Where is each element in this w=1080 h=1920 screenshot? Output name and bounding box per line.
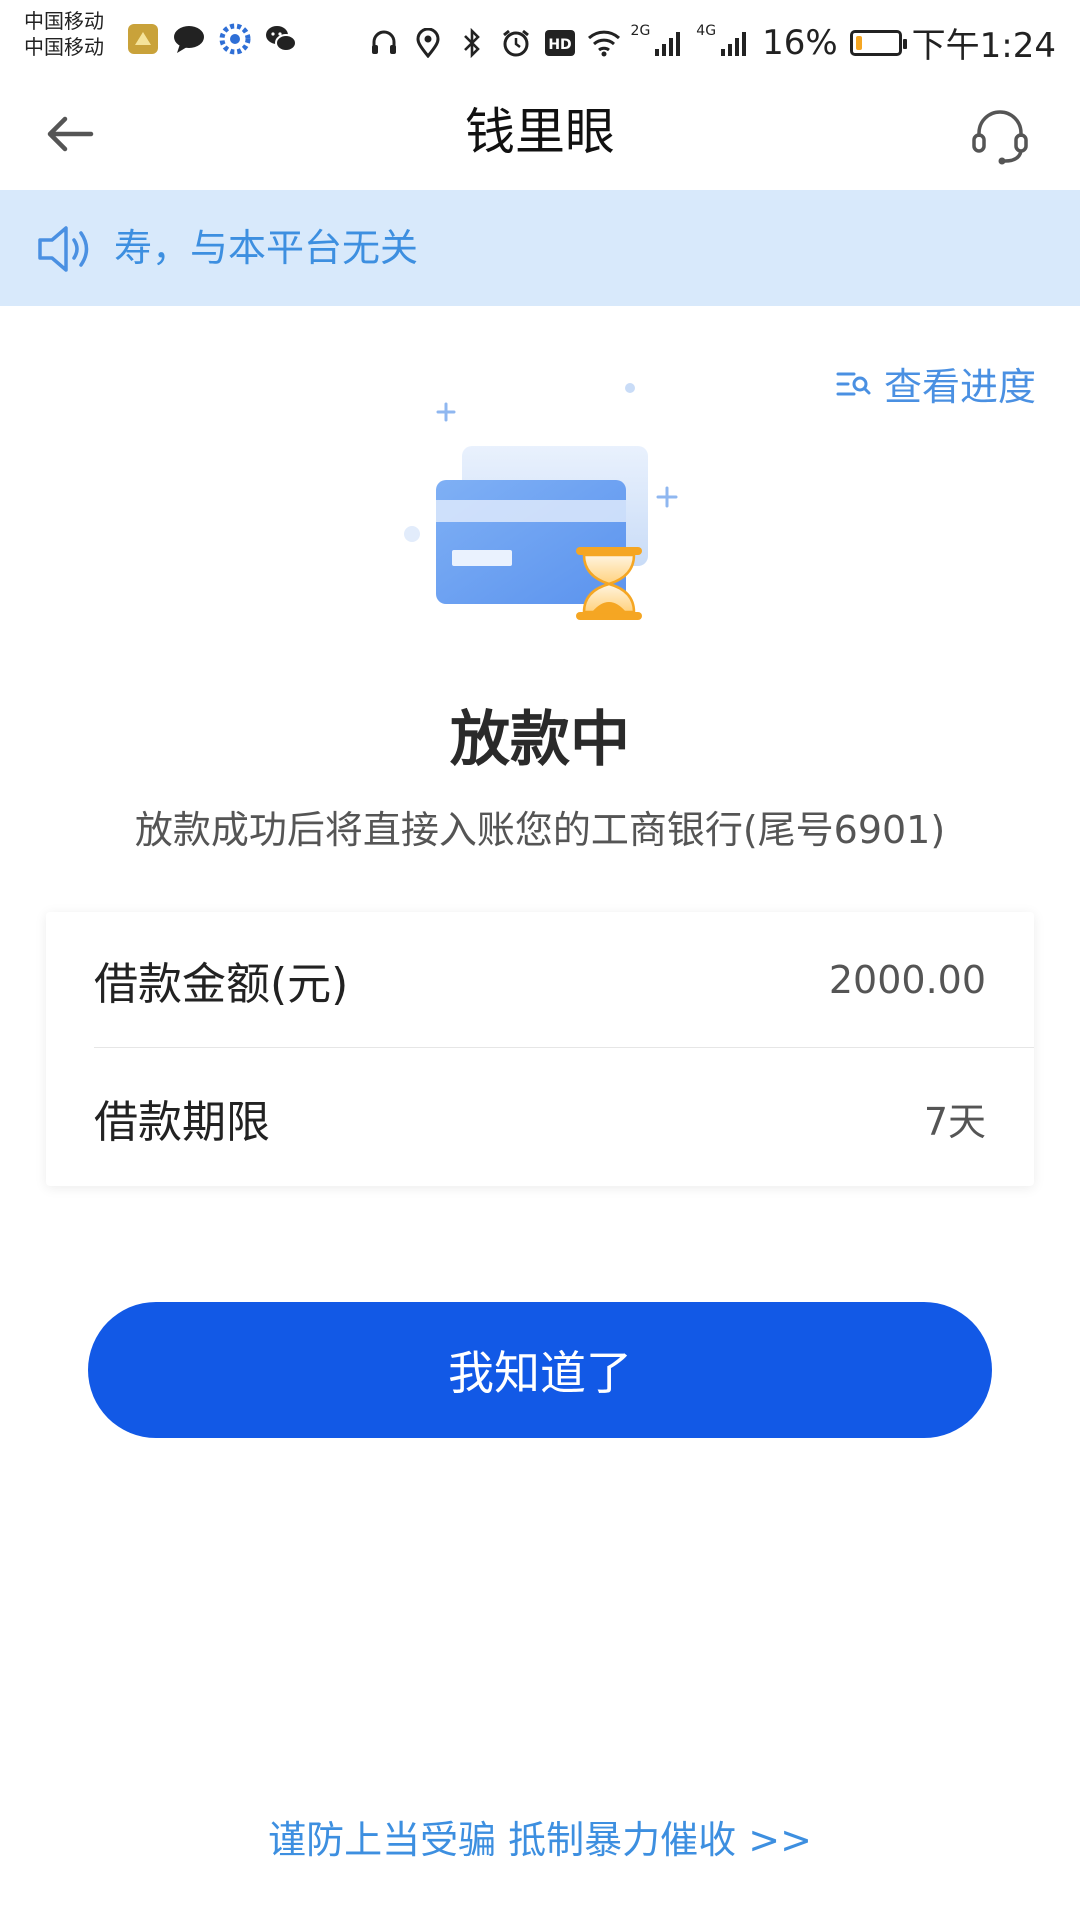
- customer-service-button[interactable]: [964, 100, 1036, 172]
- carrier-1: 中国移动: [24, 9, 104, 33]
- headphones-icon: [367, 26, 401, 60]
- confirm-button[interactable]: 我知道了: [88, 1302, 992, 1438]
- signal-strength-icon: [652, 26, 686, 60]
- status-bar: 中国移动 中国移动 HD 2G 4G 16% 下午1:24: [0, 0, 1080, 76]
- wechat-icon: [264, 22, 298, 56]
- network-type-2: 4G: [696, 22, 717, 39]
- sparkle-dot-icon-2: [404, 526, 420, 542]
- loan-term-value: 7天: [923, 1099, 986, 1144]
- carrier-2: 中国移动: [24, 35, 104, 59]
- anti-fraud-link[interactable]: 谨防上当受骗 抵制暴力催收 >>: [0, 1812, 1080, 1868]
- bluetooth-icon: [455, 26, 489, 60]
- card-label-bar: [452, 550, 512, 566]
- notice-text: 寿，与本平台无关: [114, 226, 419, 270]
- gear-app-icon: [218, 22, 252, 56]
- system-status: HD 2G 4G 16% 下午1:24: [367, 18, 1056, 67]
- battery-percent: 16%: [762, 22, 838, 63]
- status-description: 放款成功后将直接入账您的工商银行(尾号6901): [134, 808, 946, 852]
- wifi-icon: [587, 26, 621, 60]
- battery-level: [855, 35, 862, 50]
- alarm-icon: [499, 26, 533, 60]
- progress-search-icon: [836, 372, 871, 395]
- notification-icons: [126, 22, 298, 56]
- sparkle-dot-icon: [625, 383, 635, 393]
- loan-term-label: 借款期限: [94, 1097, 270, 1148]
- page-title: 钱里眼: [465, 103, 615, 161]
- clock: 下午1:24: [911, 26, 1056, 66]
- card-stripe: [436, 500, 626, 522]
- loan-info-card: 借款金额(元) 2000.00 借款期限 7天: [46, 912, 1034, 1186]
- sparkle-plus-icon-2: [656, 486, 678, 508]
- location-icon: [411, 26, 445, 60]
- front-card-shape: [436, 480, 626, 604]
- view-progress-label: 查看进度: [883, 365, 1036, 409]
- loan-amount-value: 2000.00: [828, 957, 986, 1002]
- app-notification-icon: [126, 22, 160, 56]
- hd-label: HD: [548, 37, 571, 53]
- signal-strength-icon-2: [718, 26, 752, 60]
- title-bar: 钱里眼: [0, 76, 1080, 190]
- network-type-1: 2G: [630, 22, 651, 39]
- view-progress-link[interactable]: 查看进度: [836, 356, 1036, 411]
- status-title: 放款中: [450, 705, 630, 775]
- loan-amount-label: 借款金额(元): [94, 958, 349, 1010]
- hd-icon: HD: [543, 26, 577, 60]
- battery-icon: [849, 29, 907, 56]
- loan-term-row: 借款期限 7天: [94, 1050, 1034, 1186]
- card-pending-illustration: [404, 383, 678, 620]
- speaker-icon: [38, 226, 89, 272]
- carrier-labels: 中国移动 中国移动: [24, 8, 104, 60]
- loan-amount-row: 借款金额(元) 2000.00: [94, 912, 1034, 1048]
- headset-icon: [972, 110, 1028, 165]
- sparkle-plus-icon: [436, 402, 456, 422]
- notice-banner: 寿，与本平台无关: [0, 190, 1080, 306]
- message-bubble-icon: [172, 22, 206, 56]
